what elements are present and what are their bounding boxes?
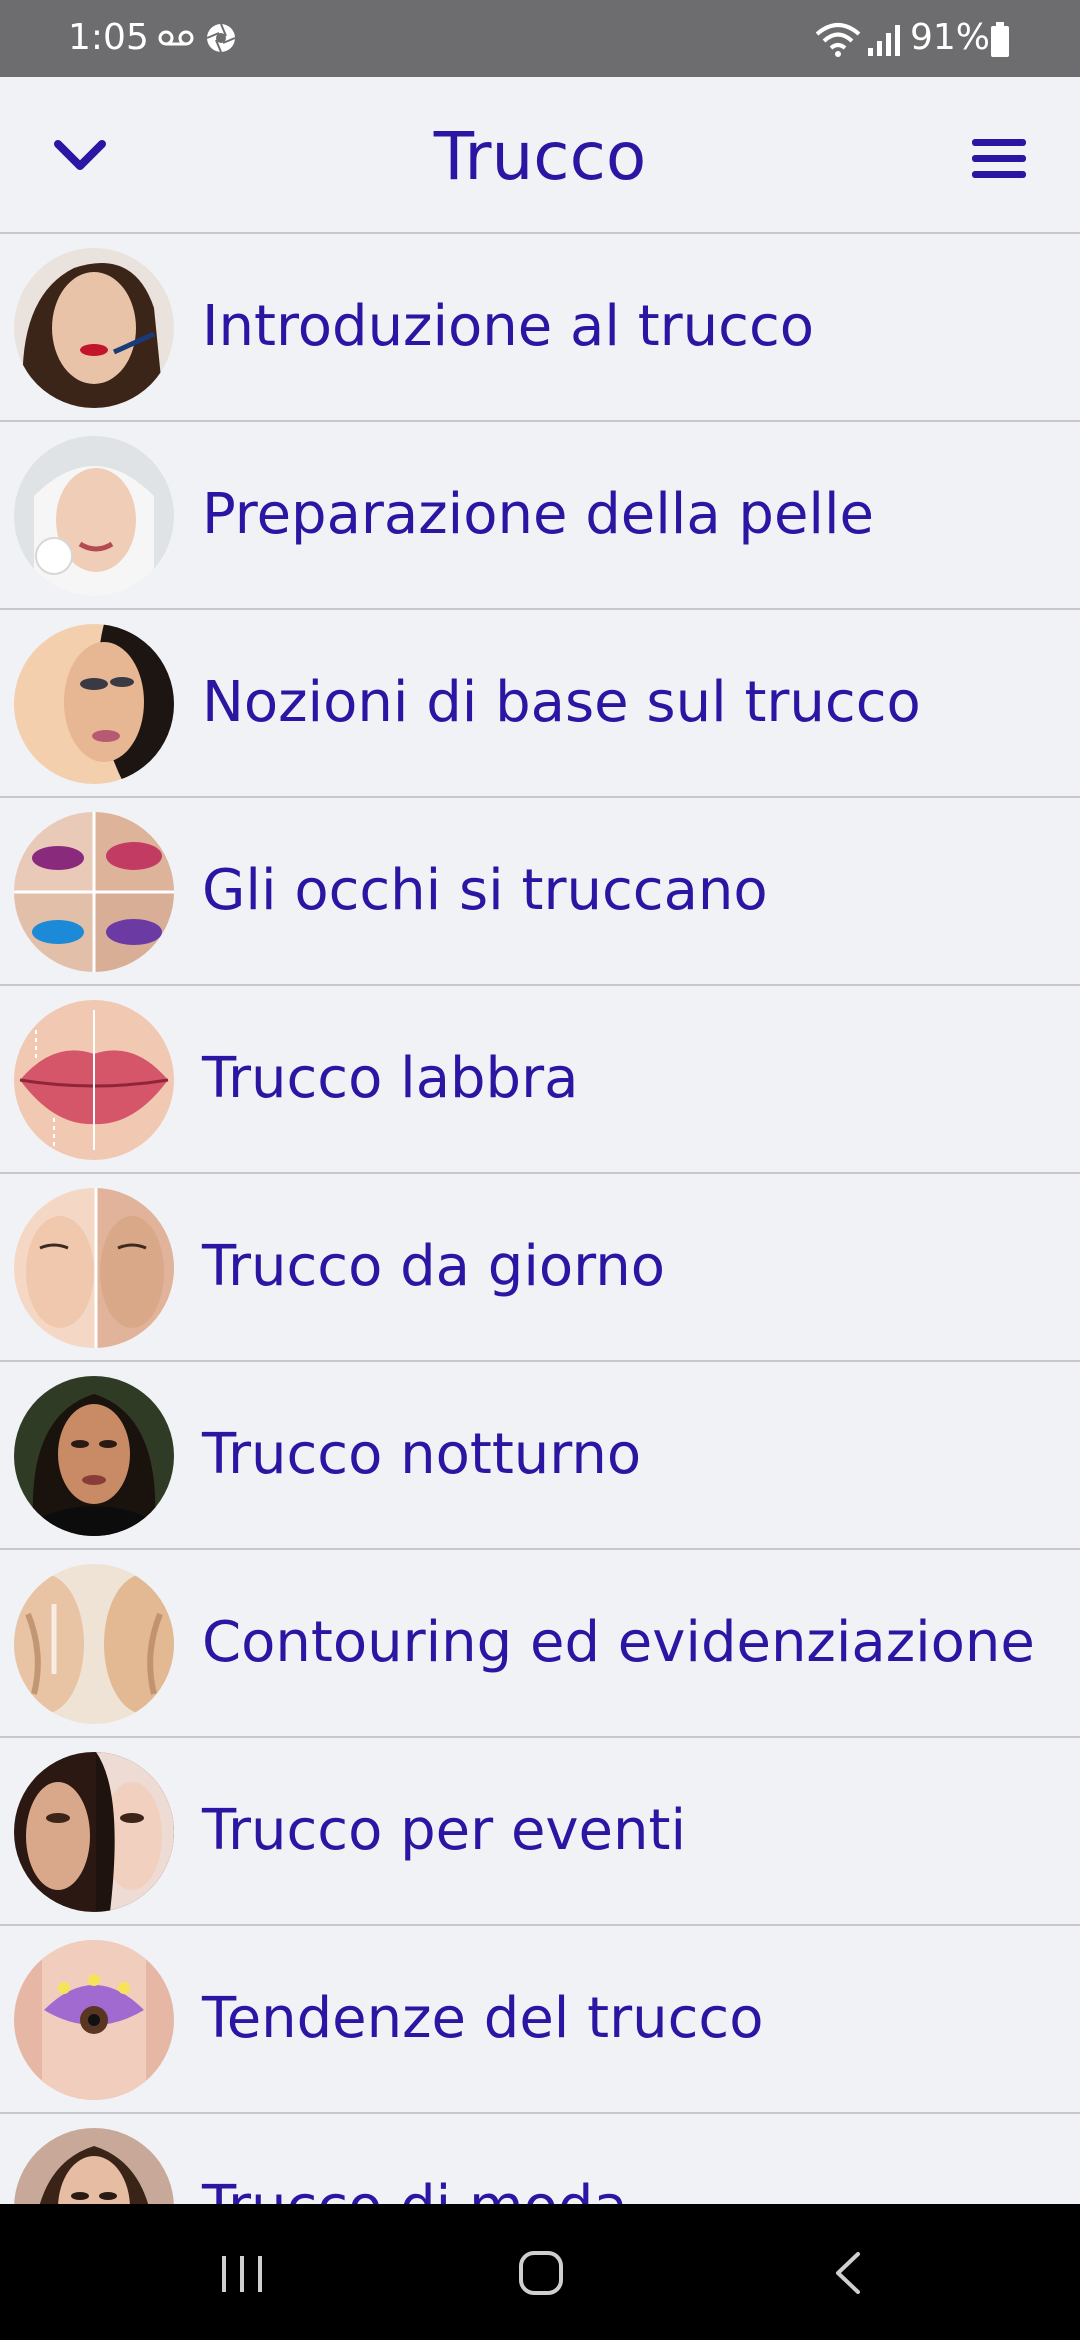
day-makeup-faces-thumbnail — [14, 1188, 174, 1348]
hamburger-menu-icon[interactable] — [972, 137, 1026, 181]
battery-icon — [991, 22, 1009, 57]
lips-thumbnail — [14, 1000, 174, 1160]
list-item-label: Nozioni di base sul trucco — [202, 670, 921, 735]
list-item[interactable]: Trucco da giorno — [0, 1174, 1080, 1362]
status-bar: 1:05 91% — [0, 0, 1080, 77]
woman-lipstick-thumbnail — [14, 248, 174, 408]
list-item[interactable]: Tendenze del trucco — [0, 1926, 1080, 2114]
status-time: 1:05 — [68, 17, 149, 58]
page-title: Trucco — [433, 118, 647, 195]
woman-smoky-eyes-thumbnail — [14, 624, 174, 784]
list-item-label: Contouring ed evidenziazione — [202, 1610, 1035, 1675]
list-item-label: Tendenze del trucco — [202, 1986, 764, 2051]
list-item[interactable]: Nozioni di base sul trucco — [0, 610, 1080, 798]
contouring-face-thumbnail — [14, 1564, 174, 1724]
list-item-label: Preparazione della pelle — [202, 482, 874, 547]
aperture-icon — [206, 23, 236, 53]
topic-list: Introduzione al trucco Preparazione dell… — [0, 234, 1080, 2302]
app-header: Trucco — [0, 77, 1080, 234]
list-item-label: Trucco da giorno — [202, 1234, 665, 1299]
list-item-label: Trucco notturno — [202, 1422, 642, 1487]
list-item[interactable]: Introduzione al trucco — [0, 234, 1080, 422]
voicemail-icon — [158, 30, 194, 46]
night-makeup-woman-thumbnail — [14, 1376, 174, 1536]
list-item[interactable]: Trucco per eventi — [0, 1738, 1080, 1926]
eye-makeup-collage-thumbnail — [14, 812, 174, 972]
wifi-icon — [815, 23, 861, 57]
list-item[interactable]: Gli occhi si truccano — [0, 798, 1080, 986]
list-item[interactable]: Preparazione della pelle — [0, 422, 1080, 610]
recents-icon[interactable] — [218, 2254, 266, 2294]
list-item[interactable]: Contouring ed evidenziazione — [0, 1550, 1080, 1738]
woman-skincare-thumbnail — [14, 436, 174, 596]
back-icon[interactable] — [830, 2250, 864, 2296]
signal-icon — [868, 25, 900, 56]
home-icon[interactable] — [518, 2250, 564, 2296]
list-item-label: Introduzione al trucco — [202, 294, 815, 359]
battery-percent: 91% — [910, 17, 991, 58]
list-item-label: Trucco labbra — [202, 1046, 579, 1111]
event-makeup-thumbnail — [14, 1752, 174, 1912]
list-item-label: Trucco per eventi — [202, 1798, 687, 1863]
list-item[interactable]: Trucco notturno — [0, 1362, 1080, 1550]
list-item-label: Gli occhi si truccano — [202, 858, 768, 923]
list-item[interactable]: Trucco labbra — [0, 986, 1080, 1174]
trend-eye-makeup-thumbnail — [14, 1940, 174, 2100]
system-nav-bar — [0, 2204, 1080, 2340]
